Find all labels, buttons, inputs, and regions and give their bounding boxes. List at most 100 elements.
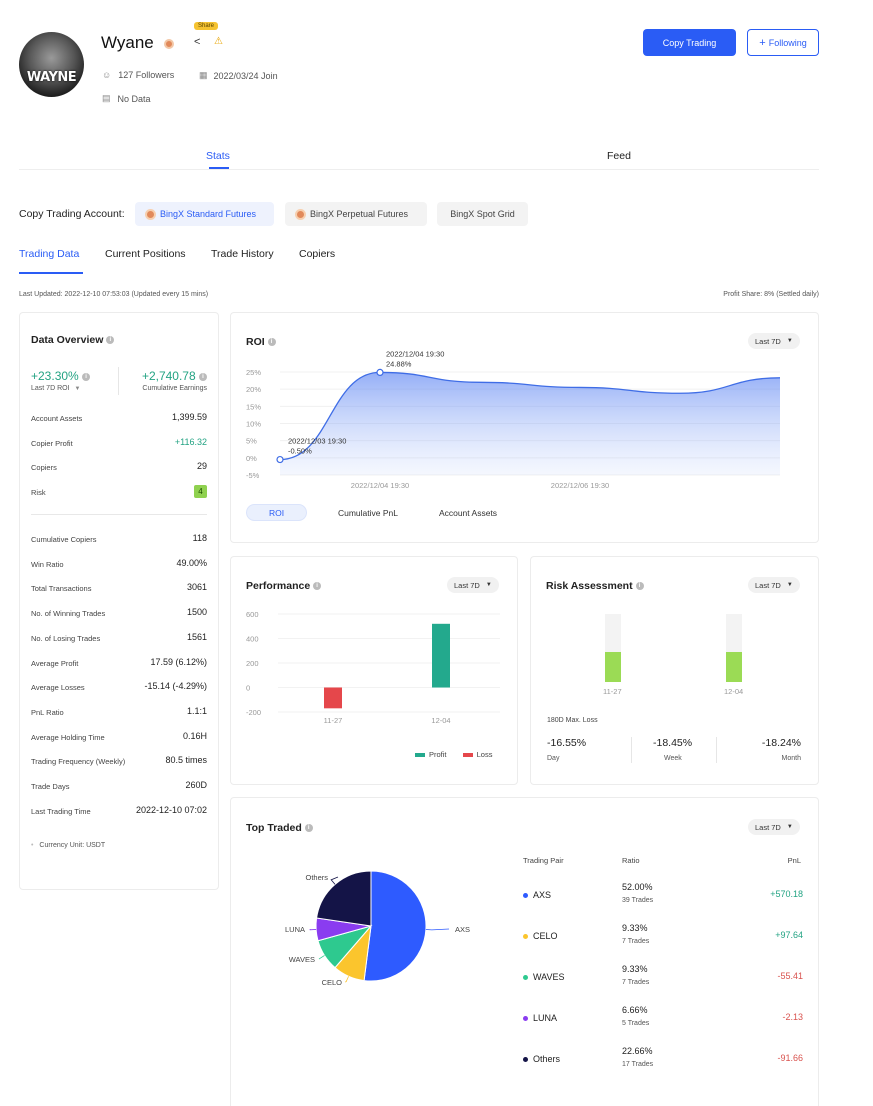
pie-label-leader — [318, 955, 325, 960]
stat-label: Trade Days — [31, 782, 70, 791]
roi-peak-marker — [376, 368, 384, 377]
pie-label: AXS — [455, 925, 470, 934]
pair-ratio: 9.33% — [622, 964, 648, 974]
stat-value: 0.16H — [182, 730, 207, 741]
pair-name: WAVES — [533, 972, 565, 982]
stat-value: 1.1:1 — [186, 705, 207, 716]
x-tick-label: 12-04 — [431, 716, 450, 725]
info-icon[interactable]: i — [304, 824, 313, 833]
stat-value: -15.14 (-4.29%) — [144, 681, 207, 692]
table-row[interactable]: WAVES 9.33% 7 Trades -55.41 — [523, 964, 803, 994]
warning-icon[interactable]: ⚠ — [214, 36, 223, 47]
x-tick-label: 11-27 — [324, 716, 343, 725]
performance-title-text: Performance — [246, 580, 311, 592]
roi-tab-roi[interactable]: ROI — [246, 504, 307, 521]
caret-down-icon: ▼ — [74, 386, 81, 392]
chip-label: BingX Spot Grid — [450, 209, 515, 219]
performance-period-dropdown[interactable]: Last 7D ▼ — [447, 577, 499, 593]
roi-tab-label: Cumulative PnL — [337, 507, 398, 518]
risk-month-label: Month — [781, 755, 801, 762]
avatar: WAYNE — [19, 32, 84, 97]
roi-label: Last 7D ROI — [31, 385, 70, 392]
stat-label: No. of Losing Trades — [31, 633, 101, 643]
performance-legend: Profit Loss — [415, 750, 492, 759]
info-icon[interactable]: i — [82, 372, 91, 381]
roi-tab-account-assets[interactable]: Account Assets — [428, 504, 508, 521]
info-icon[interactable]: i — [635, 582, 644, 591]
table-row[interactable]: Others 22.66% 17 Trades -91.66 — [523, 1046, 803, 1076]
stat-label: Win Ratio — [31, 559, 64, 569]
stat-label: Last Trading Time — [31, 806, 91, 816]
performance-chart: 600 400 200 0 -200 11-27 12-04 — [246, 610, 500, 725]
tab-trading-data-underline — [19, 272, 83, 274]
risk-period-dropdown[interactable]: Last 7D ▼ — [748, 577, 800, 593]
roi-low-date: 2022/12/03 19:30 — [288, 437, 346, 446]
bingx-coin-icon — [145, 208, 156, 220]
top-traded-title-text: Top Traded — [246, 822, 302, 834]
tab-trade-history[interactable]: Trade History — [211, 248, 274, 260]
copier-profit-label: Copier Profit — [31, 439, 73, 448]
caret-down-icon: ▼ — [786, 582, 793, 588]
followers-row: ☺ 127 Followers — [102, 70, 174, 80]
tab-copiers[interactable]: Copiers — [299, 248, 335, 260]
chip-spot-grid[interactable]: BingX Spot Grid — [437, 202, 528, 226]
copiers-label: Copiers — [31, 463, 57, 472]
pair-name: AXS — [533, 890, 552, 900]
risk-badge: 4 — [194, 485, 207, 498]
share-icon[interactable]: < — [194, 36, 200, 48]
y-tick-label: 15% — [246, 402, 261, 411]
tab-feed[interactable]: Feed — [607, 150, 631, 162]
bullet-icon: • — [31, 842, 34, 849]
profit-legend-label: Profit — [429, 750, 447, 759]
info-icon[interactable]: i — [199, 372, 207, 381]
pair-color-dot — [523, 893, 528, 898]
plus-icon: + — [759, 36, 766, 49]
top-traded-period-label: Last 7D — [755, 822, 781, 832]
overview-divider — [31, 514, 207, 515]
roi-tab-cumulative-pnl[interactable]: Cumulative PnL — [328, 504, 408, 521]
stat-value: 17.59 (6.12%) — [150, 656, 207, 667]
stat-label: Average Profit — [31, 658, 79, 668]
tab-current-positions[interactable]: Current Positions — [105, 248, 186, 260]
risk-label: Risk — [31, 488, 46, 497]
tab-stats[interactable]: Stats — [206, 150, 230, 162]
chip-label: BingX Perpetual Futures — [310, 209, 409, 219]
top-traded-period-dropdown[interactable]: Last 7D ▼ — [748, 819, 800, 835]
y-tick-label: 0% — [246, 454, 257, 463]
avatar-logo-text: WAYNE — [26, 70, 77, 85]
performance-title: Performance i — [246, 580, 322, 592]
pie-label: LUNA — [285, 925, 305, 934]
roi-value-text: +23.30% — [31, 369, 79, 383]
stat-value: 80.5 times — [165, 755, 207, 766]
table-row[interactable]: LUNA 6.66% 5 Trades -2.13 — [523, 1005, 803, 1035]
earnings-value-text: +2,740.78 — [141, 369, 196, 383]
info-icon[interactable]: i — [106, 336, 115, 345]
account-assets-value: 1,399.59 — [171, 412, 207, 422]
chip-standard-futures[interactable]: BingX Standard Futures — [135, 202, 274, 226]
y-tick-label: 20% — [246, 385, 261, 394]
stat-label: Trading Frequency (Weekly) — [31, 757, 126, 767]
loss-legend-swatch — [462, 753, 473, 758]
roi-period-select[interactable]: Last 7D ROI ▼ — [31, 385, 80, 392]
table-row[interactable]: AXS 52.00% 39 Trades +570.18 — [523, 882, 803, 912]
share-tag: Share — [194, 22, 219, 30]
pie-label: Others — [305, 873, 328, 882]
bio-row: ▤ No Data — [102, 93, 151, 104]
currency-unit: • Currency Unit: USDT — [31, 842, 105, 849]
pair-ratio: 22.66% — [622, 1046, 653, 1056]
pair-pnl: +97.64 — [775, 930, 803, 940]
table-row[interactable]: CELO 9.33% 7 Trades +97.64 — [523, 923, 803, 953]
risk-period-label: Last 7D — [755, 580, 781, 590]
data-overview-title-text: Data Overview — [31, 334, 104, 346]
pie-label: WAVES — [289, 955, 315, 964]
following-button[interactable]: + Following — [747, 29, 819, 56]
copy-trading-button[interactable]: Copy Trading — [643, 29, 736, 56]
profit-bar — [432, 623, 450, 688]
chip-perpetual-futures[interactable]: BingX Perpetual Futures — [285, 202, 427, 226]
risk-title: Risk Assessment i — [546, 580, 644, 592]
pair-ratio: 9.33% — [622, 923, 648, 933]
info-icon[interactable]: i — [313, 582, 322, 591]
data-overview-title: Data Overview i — [31, 334, 115, 346]
tab-trading-data[interactable]: Trading Data — [19, 248, 79, 260]
x-tick-label: 2022/12/06 19:30 — [551, 481, 609, 490]
